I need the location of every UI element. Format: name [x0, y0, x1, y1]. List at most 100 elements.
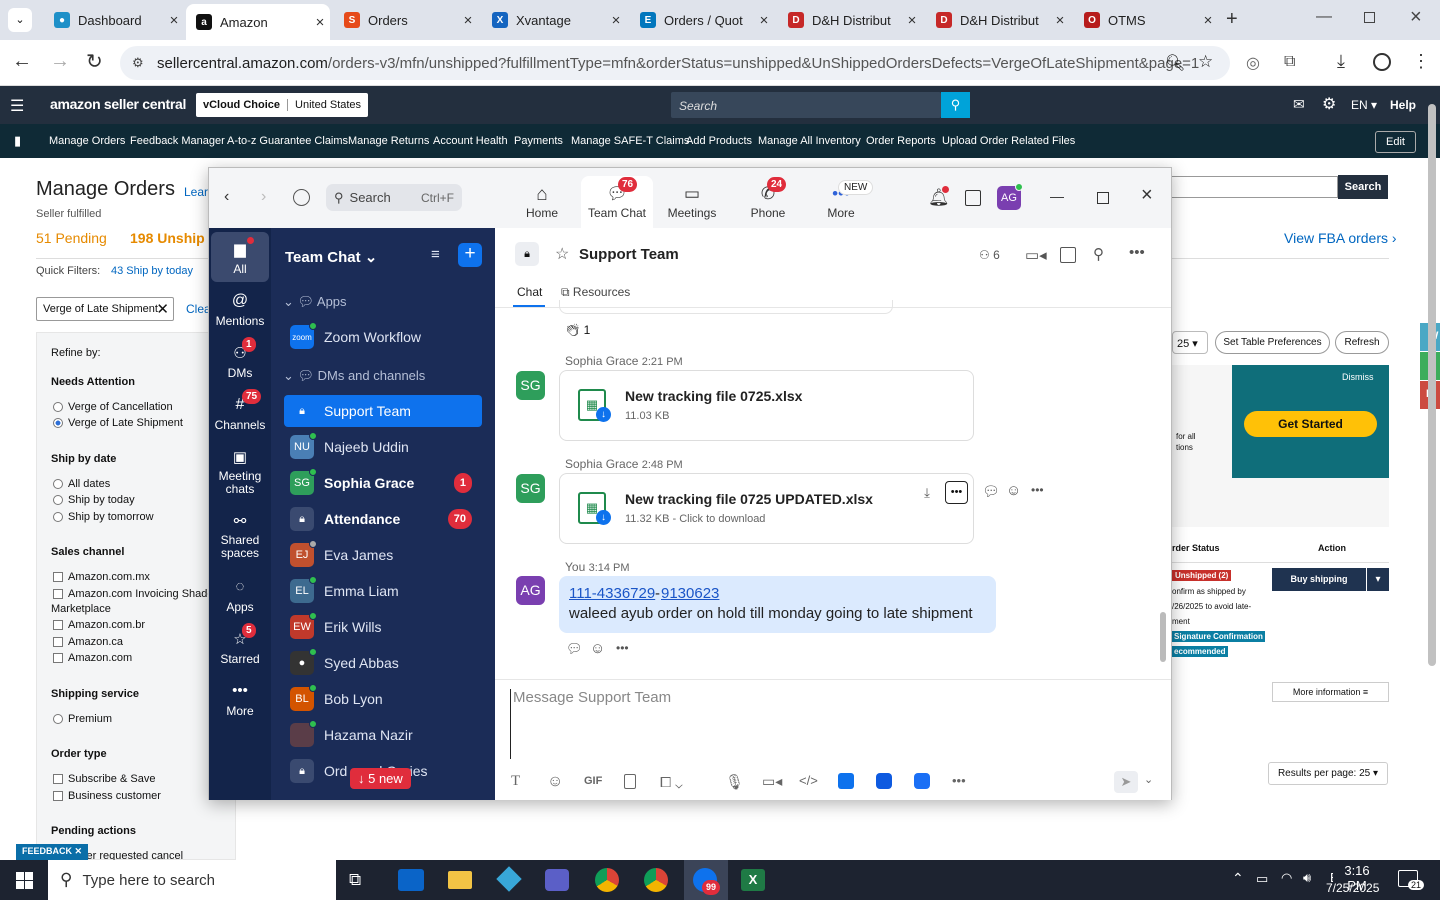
order-search-input[interactable] [1170, 176, 1338, 198]
nav-manage-orders[interactable]: Manage Orders [49, 135, 125, 147]
learn-more-link[interactable]: Lear [184, 185, 208, 199]
nav-safet-claims[interactable]: Manage SAFE-T Claims [571, 135, 689, 147]
close-tab-icon[interactable]: × [606, 12, 626, 29]
zoom-search-bar[interactable]: ⚲ Search Ctrl+F [326, 184, 462, 211]
filter-verge-late[interactable]: Verge of Late Shipment [53, 417, 183, 429]
zoom-page-icon[interactable]: 🔍︎ [1165, 53, 1185, 73]
checkbox-icon[interactable] [53, 620, 63, 630]
nav-upload-files[interactable]: Upload Order Related Files [942, 135, 1075, 147]
nav-add-products[interactable]: Add Products [686, 135, 752, 147]
hamburger-menu-icon[interactable]: ☰ [10, 96, 24, 116]
bookmark-icon[interactable]: ▮ [14, 133, 21, 149]
list-item-emma[interactable]: EL Emma Liam [284, 575, 482, 607]
list-item-zoom-workflow[interactable]: zoom Zoom Workflow [284, 321, 482, 353]
order-link-2[interactable]: 9130623 [661, 585, 719, 602]
close-tab-icon[interactable]: × [164, 12, 184, 29]
browser-tab-dh-1[interactable]: D D&H Distribut × [778, 6, 922, 34]
filter-amazon-ca[interactable]: Amazon.ca [53, 636, 123, 648]
message-more-icon[interactable]: ••• [1031, 483, 1044, 497]
task-view-icon[interactable]: ⧉ [349, 870, 361, 890]
section-dms-channels[interactable]: ⌄ 💬︎ DMs and channels [283, 368, 425, 384]
pending-tab[interactable]: 51 Pending [36, 230, 107, 246]
outlook-icon[interactable] [398, 869, 424, 891]
rail-all[interactable]: ▆ All [209, 240, 271, 276]
filter-subscribe-save[interactable]: Subscribe & Save [53, 773, 155, 785]
video-message-icon[interactable]: ▭◂ [762, 773, 782, 790]
chat-search-icon[interactable]: ⚲ [1093, 245, 1104, 263]
channel-title[interactable]: Support Team [579, 246, 679, 263]
close-window-icon[interactable]: × [1410, 6, 1422, 29]
close-tab-icon[interactable]: × [754, 12, 774, 29]
microphone-icon[interactable]: 🎙︎ [725, 773, 744, 791]
section-apps[interactable]: ⌄ 💬︎ Apps [283, 294, 347, 310]
rail-shared-spaces[interactable]: ⚯ Shared spaces [209, 512, 271, 560]
filter-chip[interactable]: Verge of Late Shipment ✕ [36, 297, 174, 321]
list-item-support-team[interactable]: 🔒︎ Support Team [284, 395, 482, 427]
emoji-icon[interactable]: ☺ [547, 773, 563, 791]
file-attach-icon[interactable] [624, 774, 636, 789]
unshipped-tab[interactable]: 198 Unship [130, 230, 205, 246]
browser-tab-xvantage[interactable]: X Xvantage × [482, 6, 626, 34]
rail-starred[interactable]: ☆ Starred [209, 630, 271, 666]
filter-amazon-br[interactable]: Amazon.com.br [53, 619, 145, 631]
calendar-icon[interactable] [965, 190, 981, 206]
rail-meeting-chats[interactable]: ▣ Meeting chats [209, 448, 271, 496]
filter-ship-today[interactable]: Ship by today [53, 494, 135, 506]
back-icon[interactable]: ← [12, 50, 32, 73]
ship-by-today-filter[interactable]: 43 Ship by today [111, 265, 193, 277]
close-tab-icon[interactable]: × [310, 14, 330, 31]
team-chat-title[interactable]: Team Chat ⌄ [285, 248, 377, 266]
nav-payments[interactable]: Payments [514, 135, 563, 147]
nav-order-reports[interactable]: Order Reports [866, 135, 936, 147]
nav-team-chat[interactable]: 💬︎ Team Chat [584, 184, 650, 220]
amazon-seller-central-logo[interactable]: amazon seller central [50, 96, 186, 112]
browser-tab-orders-quot[interactable]: E Orders / Quot × [630, 6, 774, 34]
nav-meetings[interactable]: ▭ Meetings [664, 184, 720, 220]
zoom-close-icon[interactable]: × [1141, 184, 1153, 207]
nav-edit-button[interactable]: Edit [1375, 131, 1416, 153]
filter-all-dates[interactable]: All dates [53, 478, 110, 490]
settings-gear-icon[interactable]: ⚙ [1322, 94, 1336, 114]
radio-selected-icon[interactable] [53, 418, 63, 428]
code-icon[interactable]: </> [799, 773, 818, 788]
language-selector[interactable]: EN ▾ [1351, 98, 1377, 112]
file-attachment-2[interactable]: ▦ ↓ New tracking file 0725 UPDATED.xlsx … [559, 473, 974, 544]
channel-more-icon[interactable]: ••• [1129, 244, 1145, 261]
screenshot-icon[interactable]: ⧠ ⌄ [660, 774, 683, 791]
list-item-attendance[interactable]: 🔒︎ Attendance 70 [284, 503, 482, 535]
order-search-button[interactable]: Search [1338, 175, 1388, 199]
browser-tab-otms[interactable]: O OTMS × [1074, 6, 1218, 34]
filter-ship-tomorrow[interactable]: Ship by tomorrow [53, 511, 154, 523]
tray-chevron-icon[interactable]: ⌃ [1232, 870, 1244, 887]
tray-network-icon[interactable]: ▭ [1256, 871, 1268, 887]
radio-icon[interactable] [53, 714, 63, 724]
new-chat-button[interactable]: + [458, 243, 482, 267]
compose-input[interactable]: Message Support Team [510, 689, 1150, 759]
refresh-button[interactable]: Refresh [1335, 331, 1389, 354]
more-tools-icon[interactable]: ••• [952, 773, 966, 788]
list-item-syed[interactable]: ● Syed Abbas [284, 647, 482, 679]
list-item-hazama[interactable]: Hazama Nazir [284, 719, 482, 751]
forward-icon[interactable]: → [50, 50, 70, 73]
clock-date[interactable]: 7/25/2025 [1326, 881, 1379, 895]
url-bar[interactable]: ⚙ sellercentral.amazon.com/orders-v3/mfn… [120, 46, 1230, 80]
rail-apps[interactable]: ◌ Apps [209, 578, 271, 614]
chrome-icon-1[interactable] [595, 868, 619, 892]
profile-icon[interactable] [1373, 53, 1391, 71]
new-messages-pill[interactable]: ↓ 5 new [350, 768, 411, 789]
nav-manage-inventory[interactable]: Manage All Inventory [758, 135, 861, 147]
radio-icon[interactable] [53, 512, 63, 522]
taskbar-search[interactable]: ⚲ Type here to search [48, 860, 336, 900]
add-reaction-icon[interactable]: ☺ [1006, 482, 1021, 499]
app-diamond-icon[interactable] [496, 866, 522, 892]
tray-wifi-icon[interactable]: ◠ [1281, 870, 1292, 886]
checkbox-icon[interactable] [53, 653, 63, 663]
message-more-icon[interactable]: ••• [616, 641, 629, 655]
minimize-window-icon[interactable]: — [1316, 8, 1332, 26]
nav-account-health[interactable]: Account Health [433, 135, 508, 147]
buy-shipping-button[interactable]: Buy shipping [1272, 568, 1366, 591]
tab-resources[interactable]: ⧉ Resources [561, 285, 630, 300]
browser-tab-orders[interactable]: S Orders × [334, 6, 478, 34]
radio-icon[interactable] [53, 479, 63, 489]
results-per-page-select[interactable]: Results per page: 25 ▾ [1268, 762, 1388, 785]
